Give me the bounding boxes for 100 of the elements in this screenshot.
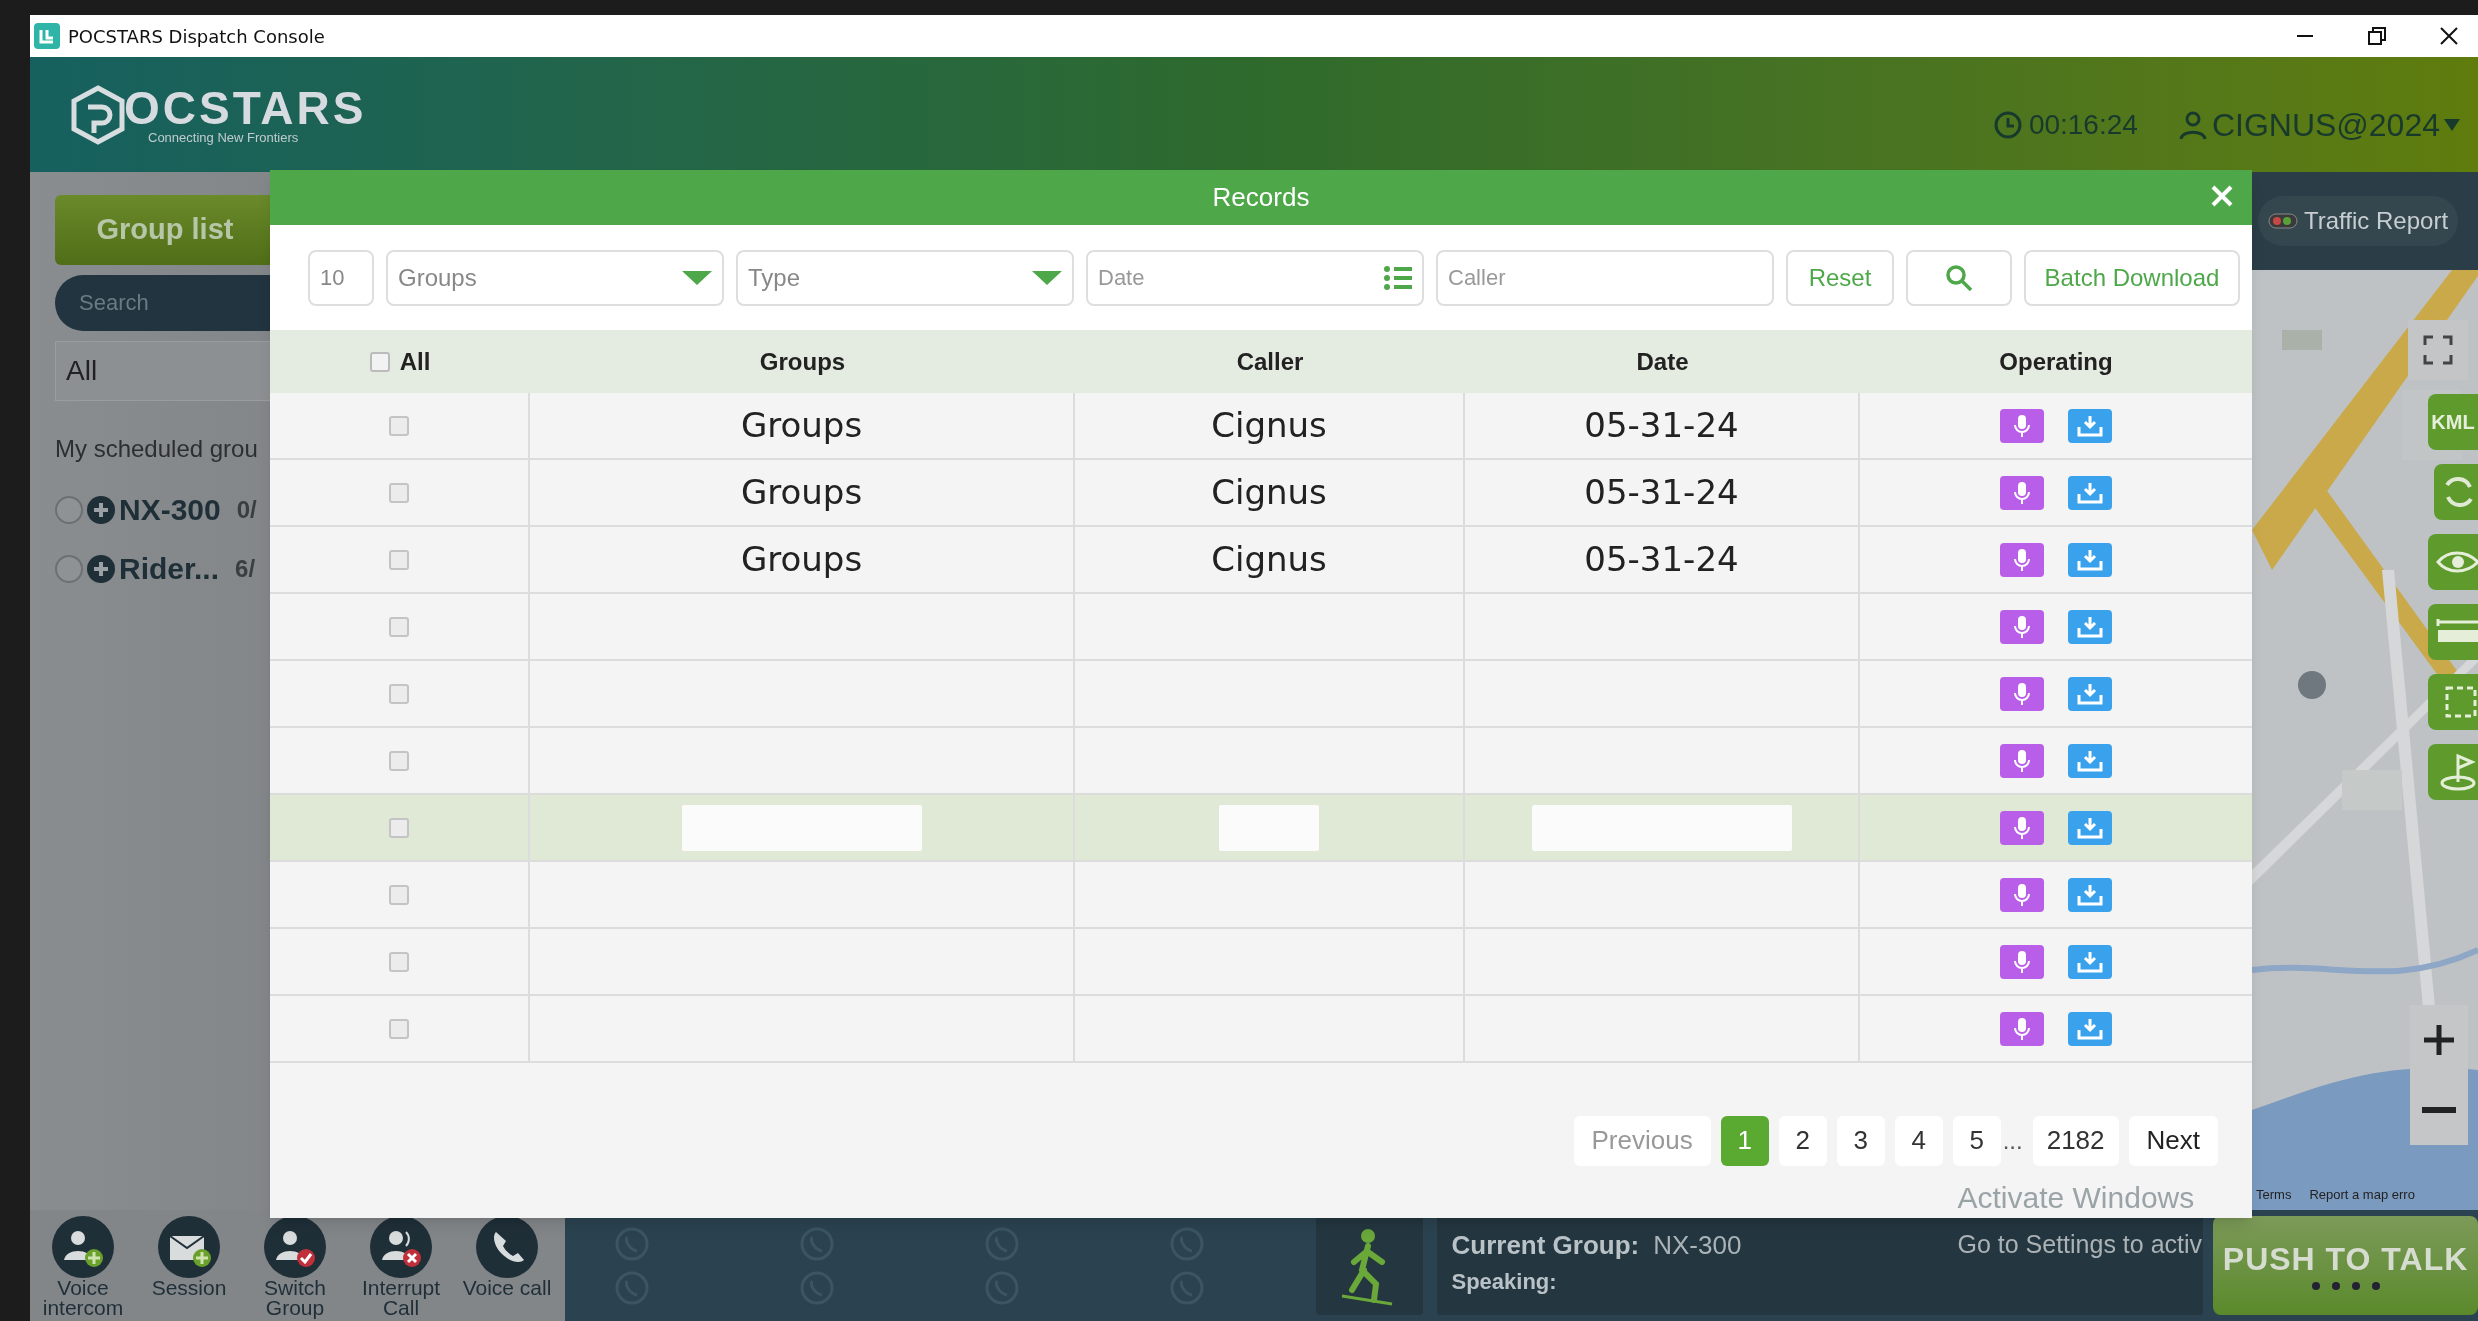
map-terms-link[interactable]: Terms (2256, 1184, 2292, 1204)
play-recording-button[interactable] (2000, 542, 2044, 577)
row-checkbox[interactable] (389, 415, 409, 436)
row-checkbox[interactable] (389, 884, 409, 905)
download-button[interactable] (2068, 877, 2112, 912)
microphone-icon (2013, 949, 2031, 974)
select-all-checkbox[interactable] (369, 351, 390, 372)
page-button[interactable]: 5 (1952, 1115, 2001, 1166)
microphone-icon (2013, 882, 2031, 907)
microphone-icon (2013, 480, 2031, 505)
row-checkbox[interactable] (389, 951, 409, 972)
caller-field[interactable]: Caller (1436, 249, 1774, 306)
download-button[interactable] (2068, 810, 2112, 845)
search-button[interactable] (1906, 249, 2012, 306)
download-button[interactable] (2068, 1011, 2112, 1046)
push-to-talk-button[interactable]: PUSH TO TALK (2213, 1216, 2478, 1315)
groups-dropdown[interactable]: Groups (386, 249, 724, 306)
measure-button[interactable] (2428, 604, 2478, 660)
play-recording-button[interactable] (2000, 609, 2044, 644)
fullscreen-button[interactable] (2408, 320, 2468, 380)
download-button[interactable] (2068, 743, 2112, 778)
column-header: Operating (1998, 346, 2114, 377)
group-name[interactable]: Rider... (119, 546, 220, 591)
microphone-icon (2013, 681, 2031, 706)
play-recording-button[interactable] (2000, 475, 2044, 510)
play-recording-button[interactable] (2000, 743, 2044, 778)
download-icon (2077, 481, 2103, 504)
microphone-icon (2013, 1016, 2031, 1041)
play-recording-button[interactable] (2000, 408, 2044, 443)
download-icon (2077, 682, 2103, 705)
list-icon (1384, 264, 1412, 291)
fullscreen-icon (2423, 335, 2453, 365)
row-checkbox[interactable] (389, 549, 409, 570)
download-button[interactable] (2068, 475, 2112, 510)
table-cell-text: Groups (740, 538, 863, 581)
selection-icon (2444, 685, 2478, 719)
group-name[interactable]: NX-300 (119, 487, 221, 532)
play-recording-button[interactable] (2000, 676, 2044, 711)
table-cell-text: Groups (740, 471, 863, 514)
radio-button[interactable] (55, 554, 83, 583)
view-button[interactable] (2428, 534, 2478, 590)
table-cell-text: Cignus (1211, 404, 1327, 447)
minus-icon (2422, 1107, 2456, 1113)
refresh-button[interactable] (2434, 464, 2478, 520)
date-field[interactable]: Date (1086, 249, 1424, 306)
add-icon[interactable] (87, 554, 115, 583)
area-select-button[interactable] (2428, 674, 2478, 730)
page-size-field[interactable]: 10 (308, 249, 374, 306)
download-button[interactable] (2068, 944, 2112, 979)
add-icon[interactable] (87, 495, 115, 524)
type-dropdown[interactable]: Type (736, 249, 1074, 306)
caret-icon (2444, 118, 2460, 131)
download-button[interactable] (2068, 408, 2112, 443)
batch-download-button[interactable]: Batch Download (2024, 249, 2240, 306)
activation-notice-text: Go to Settings to activ (1957, 1229, 2203, 1260)
traffic-report-button[interactable]: Traffic Report (2258, 196, 2459, 246)
row-checkbox[interactable] (389, 482, 409, 503)
user-menu[interactable]: CIGNUS@2024 (2177, 100, 2460, 149)
action-button[interactable]: Voice call (454, 1216, 560, 1298)
tagline: Connecting New Frontiers (148, 130, 300, 145)
download-button[interactable] (2068, 676, 2112, 711)
action-button[interactable]: Switch Group (242, 1216, 348, 1318)
row-checkbox[interactable] (389, 750, 409, 771)
play-recording-button[interactable] (2000, 877, 2044, 912)
page-button[interactable]: 3 (1836, 1115, 1885, 1166)
microphone-icon (2013, 413, 2031, 438)
mail-icon (158, 1216, 220, 1278)
next-button[interactable]: Next (2128, 1115, 2218, 1166)
action-button[interactable]: Session (136, 1216, 242, 1298)
session-timer: 00:16:24 (2028, 107, 2138, 142)
row-checkbox[interactable] (389, 1018, 409, 1039)
download-icon (2077, 615, 2103, 638)
download-button[interactable] (2068, 542, 2112, 577)
play-recording-button[interactable] (2000, 1011, 2044, 1046)
play-recording-button[interactable] (2000, 944, 2044, 979)
action-button[interactable]: Interrupt Call (348, 1216, 454, 1318)
page-button[interactable]: 1 (1720, 1115, 1769, 1166)
logo-text: OCSTARS (124, 84, 367, 131)
kml-button[interactable]: KML (2428, 394, 2478, 450)
column-header: All (399, 346, 431, 377)
row-checkbox[interactable] (389, 616, 409, 637)
page-button[interactable]: 4 (1894, 1115, 1943, 1166)
previous-button[interactable]: Previous (1573, 1115, 1711, 1166)
radio-button[interactable] (55, 495, 83, 524)
page-button[interactable]: 2182 (2032, 1115, 2119, 1166)
page-button[interactable]: 2 (1778, 1115, 1827, 1166)
reset-button[interactable]: Reset (1786, 249, 1894, 306)
map-report-link[interactable]: Report a map erro (2309, 1184, 2415, 1204)
action-button[interactable]: Voice intercom (30, 1216, 136, 1318)
flag-button[interactable] (2428, 744, 2478, 800)
member-count: 6/ (235, 553, 256, 584)
user-icon (2177, 109, 2208, 140)
row-checkbox[interactable] (389, 683, 409, 704)
clock-icon (1992, 109, 2023, 140)
download-button[interactable] (2068, 609, 2112, 644)
ellipsis: ... (2002, 1125, 2023, 1156)
table-cell-text: Cignus (1211, 471, 1327, 514)
play-recording-button[interactable] (2000, 810, 2044, 845)
table-cell-text: 05-31-24 (1584, 471, 1739, 514)
row-checkbox[interactable] (389, 817, 409, 838)
